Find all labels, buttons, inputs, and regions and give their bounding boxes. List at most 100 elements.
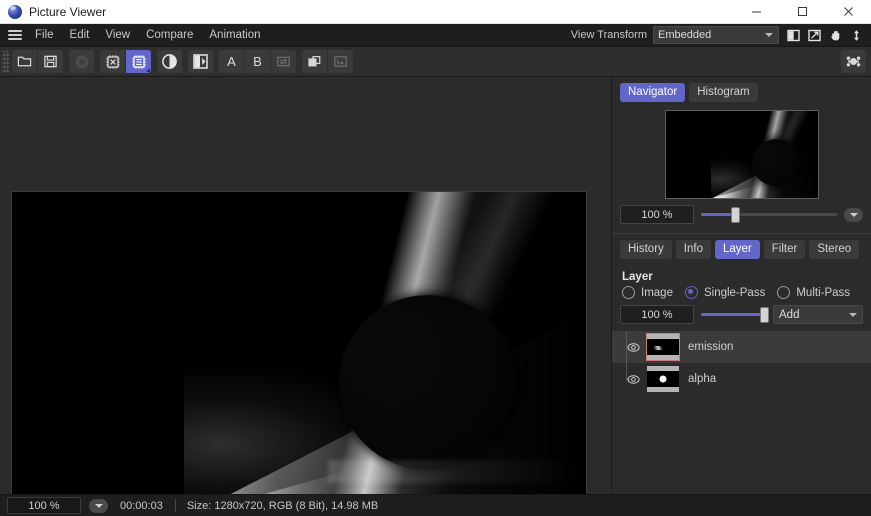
menu-item-view[interactable]: View: [97, 24, 138, 46]
toolbar-group-layers: [302, 50, 353, 73]
chevron-down-icon: [94, 503, 103, 508]
opacity-slider-knob[interactable]: [760, 306, 769, 323]
navigator-zoom-slider[interactable]: [701, 206, 837, 223]
layer-tab-row: History Info Layer Filter Stereo: [612, 234, 871, 264]
blend-mode-dropdown[interactable]: Add: [773, 305, 863, 324]
slot-b-icon[interactable]: B: [245, 50, 271, 73]
layer-row-alpha[interactable]: alpha: [612, 363, 871, 395]
nav-dark-sphere: [752, 138, 800, 186]
status-image-info: Size: 1280x720, RGB (8 Bit), 14.98 MB: [186, 499, 379, 512]
slot-a-label: A: [227, 54, 236, 69]
layer-name-emission: emission: [688, 341, 734, 353]
thumb-image: [647, 371, 679, 387]
emission-thumbnail[interactable]: [646, 333, 680, 361]
view-transform-value: Embedded: [658, 29, 712, 41]
navigator-preview[interactable]: [664, 110, 819, 199]
radio-image[interactable]: [622, 286, 635, 299]
blend-mode-value: Add: [779, 308, 800, 321]
image-canvas[interactable]: [0, 77, 611, 494]
navigator-zoom-dropdown[interactable]: [844, 207, 863, 222]
layer-opacity-slider[interactable]: [701, 306, 769, 323]
chip-gpu-icon[interactable]: [126, 50, 151, 73]
navigator-tab-row: Navigator Histogram: [612, 77, 871, 107]
alpha-thumbnail[interactable]: [647, 366, 679, 392]
settings-gear-icon[interactable]: [841, 50, 866, 73]
half-square-icon[interactable]: [785, 27, 802, 44]
tab-navigator[interactable]: Navigator: [620, 83, 686, 102]
menu-item-animation[interactable]: Animation: [201, 24, 268, 46]
slot-a-icon[interactable]: A: [219, 50, 245, 73]
status-separator: [174, 499, 176, 512]
radio-multi-pass[interactable]: [777, 286, 791, 299]
hamburger-menu-icon[interactable]: [3, 24, 27, 46]
chip-cpu-icon[interactable]: [100, 50, 126, 73]
tool-bar: A B: [0, 47, 871, 77]
status-bar: 100 % 00:00:03 Size: 1280x720, RGB (8 Bi…: [0, 494, 871, 516]
main-area: Navigator Histogram 100 % History Info L…: [0, 77, 871, 494]
toolbar-group-ab: A B: [219, 50, 296, 73]
thumb-bottom-bar: [647, 387, 679, 392]
layer-opacity-value[interactable]: 100 %: [620, 305, 694, 324]
toolbar-group-compare: [188, 50, 213, 73]
compare-split-icon[interactable]: [188, 50, 213, 73]
layer-section-title: Layer: [622, 271, 653, 283]
dark-sphere: [339, 295, 518, 470]
save-disk-icon[interactable]: [38, 50, 63, 73]
open-external-icon[interactable]: [806, 27, 823, 44]
vertical-arrows-icon[interactable]: [848, 27, 865, 44]
layer-row-emission[interactable]: emission: [612, 331, 871, 363]
thumb-dot: [659, 375, 667, 383]
thumb-streak: [651, 345, 665, 350]
header-icon-group: [785, 27, 865, 44]
eye-icon[interactable]: [622, 374, 644, 385]
image-frame[interactable]: [11, 191, 587, 494]
opacity-slider-fill: [701, 313, 766, 316]
toolbar-group-settings: [841, 50, 866, 73]
status-zoom-value[interactable]: 100 %: [7, 497, 81, 514]
ground-streak: [327, 460, 586, 483]
navigator-slider-knob[interactable]: [730, 206, 740, 223]
toolbar-group-file: [12, 50, 63, 73]
rendered-image: [12, 192, 586, 494]
thumb-image: [647, 339, 679, 355]
view-transform-label: View Transform: [570, 29, 647, 41]
maximize-button[interactable]: [779, 0, 825, 23]
copy-layers-icon[interactable]: [302, 50, 328, 73]
thumb-bottom-bar: [647, 355, 679, 360]
menu-item-edit[interactable]: Edit: [62, 24, 98, 46]
tab-layer[interactable]: Layer: [714, 240, 760, 259]
tab-stereo[interactable]: Stereo: [809, 240, 860, 259]
navigator-zoom-value[interactable]: 100 %: [620, 205, 694, 224]
menu-item-file[interactable]: File: [27, 24, 62, 46]
tab-info[interactable]: Info: [675, 240, 711, 259]
menu-item-compare[interactable]: Compare: [138, 24, 201, 46]
tab-histogram[interactable]: Histogram: [689, 83, 758, 102]
status-time: 00:00:03: [120, 499, 163, 512]
stop-render-icon[interactable]: [69, 50, 94, 73]
tab-filter[interactable]: Filter: [763, 240, 806, 259]
chevron-down-icon: [849, 212, 858, 217]
minimize-button[interactable]: [733, 0, 779, 23]
radio-image-label: Image: [641, 286, 673, 299]
view-transform-select[interactable]: Embedded: [653, 26, 779, 44]
swap-ab-icon[interactable]: [271, 50, 296, 73]
eye-icon[interactable]: [622, 342, 644, 353]
contrast-circle-icon[interactable]: [157, 50, 182, 73]
toolbar-group-contrast: [157, 50, 182, 73]
open-folder-icon[interactable]: [12, 50, 38, 73]
window-controls: [733, 0, 871, 23]
radio-single-pass[interactable]: [684, 286, 698, 299]
toolbar-group-stop: [69, 50, 94, 73]
send-to-icon[interactable]: [328, 50, 353, 73]
radio-multi-pass-label: Multi-Pass: [796, 286, 851, 299]
toolbar-group-device: [100, 50, 151, 73]
status-zoom-dropdown[interactable]: [89, 498, 108, 513]
window-title: Picture Viewer: [29, 4, 107, 19]
close-button[interactable]: [825, 0, 871, 23]
hand-pan-icon[interactable]: [827, 27, 844, 44]
layer-list: emission alpha: [612, 331, 871, 395]
menu-bar: File Edit View Compare Animation View Tr…: [0, 24, 871, 47]
toolbar-drag-grip[interactable]: [2, 50, 10, 73]
picture-viewer-window: Picture Viewer File Edit View Compare An…: [0, 0, 871, 516]
tab-history[interactable]: History: [620, 240, 672, 259]
